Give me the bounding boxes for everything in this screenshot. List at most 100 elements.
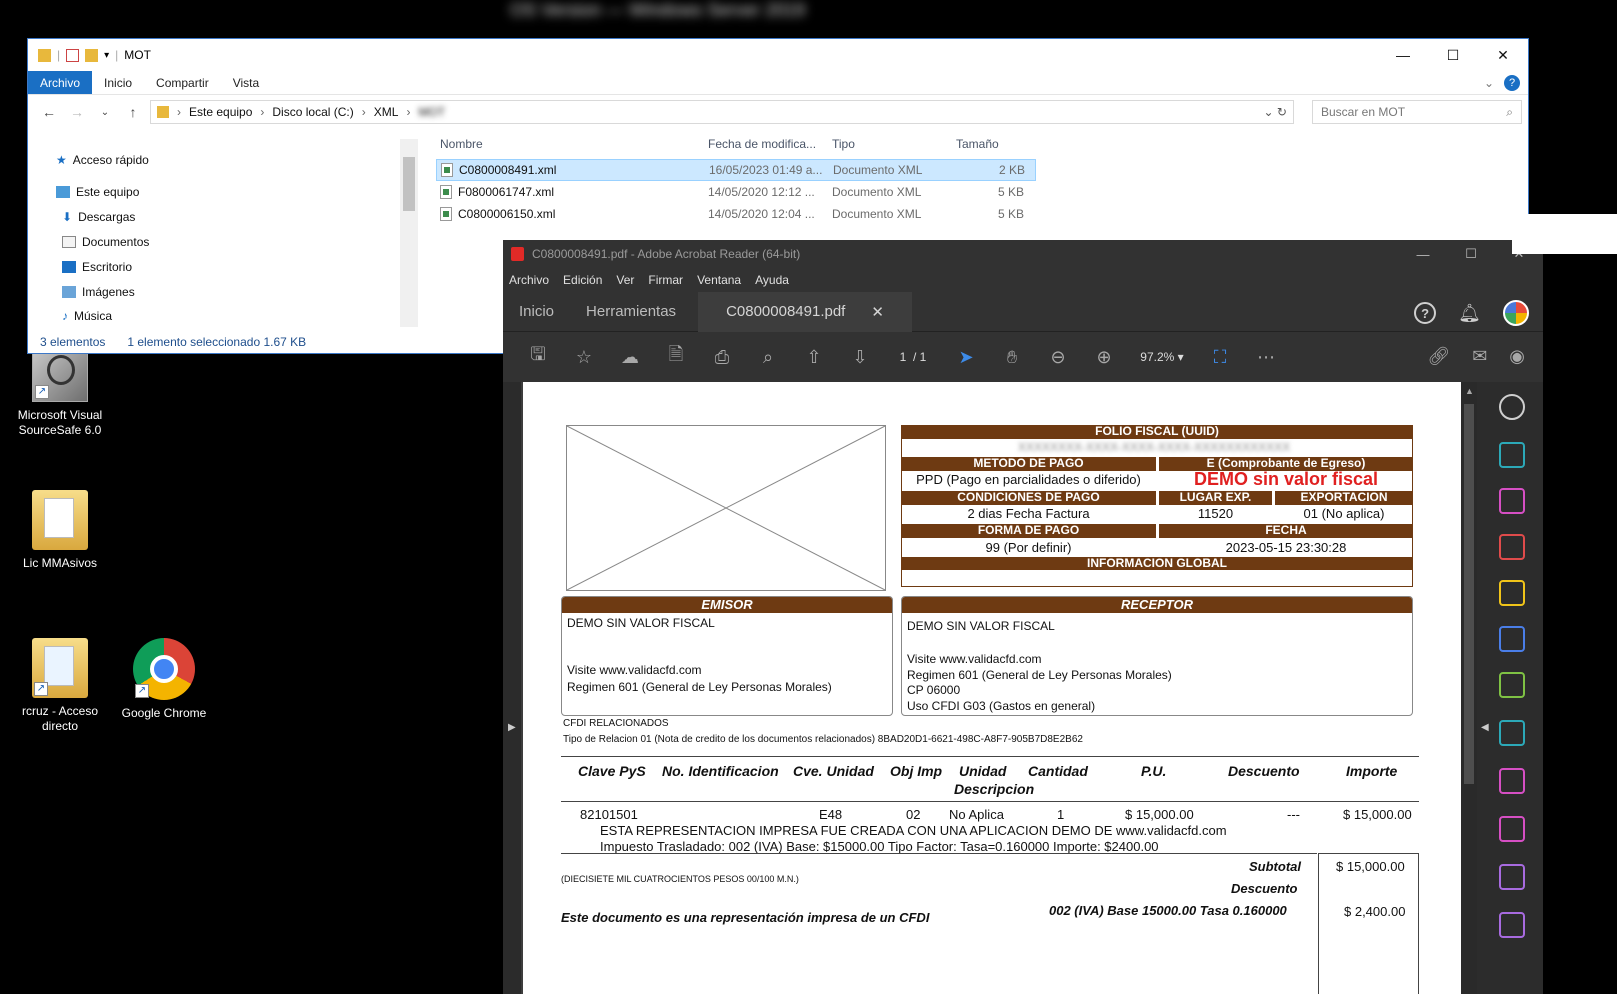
breadcrumb-xml[interactable]: XML [374, 105, 399, 119]
menu-ventana[interactable]: Ventana [697, 273, 741, 287]
compress-icon[interactable] [1499, 672, 1525, 698]
search-input[interactable]: Buscar en MOT ⌕ [1312, 100, 1522, 124]
document-tab-label: C0800008491.pdf [726, 303, 846, 320]
back-arrow-icon[interactable]: ← [38, 104, 60, 120]
nav-item-imagenes[interactable]: Imágenes [62, 285, 135, 299]
desktop-icon-label: Google Chrome [121, 706, 207, 720]
menu-edicion[interactable]: Edición [563, 273, 602, 287]
nav-item-este-equipo[interactable]: Este equipo [56, 185, 139, 199]
select-cursor-icon[interactable]: ➤ [943, 347, 989, 368]
close-tab-icon[interactable]: ✕ [871, 303, 884, 321]
ribbon-tab-vista[interactable]: Vista [221, 71, 271, 94]
address-bar[interactable]: › Este equipo › Disco local (C:) › XML ›… [150, 100, 1294, 124]
document-scrollbar[interactable]: ▲ [1461, 382, 1477, 994]
minimize-button[interactable]: — [1399, 240, 1447, 268]
file-row[interactable]: F0800061747.xml 14/05/2020 12:12 ... Doc… [436, 181, 1036, 203]
ribbon-tab-inicio[interactable]: Inicio [92, 71, 144, 94]
quick-access-dropdown-icon[interactable]: ▾ [104, 50, 109, 61]
navigation-scrollbar[interactable] [400, 139, 418, 327]
export-pdf-icon[interactable] [1499, 442, 1525, 468]
nav-item-escritorio[interactable]: Escritorio [62, 260, 132, 274]
properties-icon[interactable] [66, 48, 80, 62]
breadcrumb-este-equipo[interactable]: Este equipo [189, 105, 252, 119]
ribbon-expand-icon[interactable]: ⌄ [1484, 71, 1500, 94]
maximize-button[interactable]: ☐ [1447, 240, 1495, 268]
send-for-review-icon[interactable] [1499, 816, 1525, 842]
nav-item-musica[interactable]: ♪ Música [62, 309, 112, 323]
tab-document[interactable]: C0800008491.pdf ✕ [698, 291, 912, 332]
combine-files-icon[interactable] [1499, 626, 1525, 652]
zoom-out-icon[interactable]: ⊖ [1035, 347, 1081, 368]
recent-locations-icon[interactable]: ⌄ [94, 107, 116, 118]
desktop-icon-sourcesafe[interactable]: ↗ Microsoft Visual SourceSafe 6.0 [14, 342, 106, 438]
menu-ayuda[interactable]: Ayuda [755, 273, 789, 287]
share-link-icon[interactable]: 🔗︎ [1427, 346, 1450, 367]
menu-firmar[interactable]: Firmar [648, 273, 683, 287]
more-tools-icon[interactable]: ⋯ [1243, 347, 1289, 368]
file-row[interactable]: C0800008491.xml 16/05/2023 01:49 a... Do… [436, 159, 1036, 181]
certificates-icon[interactable] [1499, 912, 1525, 938]
menu-ver[interactable]: Ver [616, 273, 634, 287]
sign-in-user-icon[interactable]: ◉ [1509, 346, 1525, 367]
maximize-button[interactable]: ☐ [1428, 39, 1478, 71]
help-icon[interactable]: ? [1414, 302, 1437, 324]
page-up-icon[interactable]: ⇧ [791, 347, 837, 368]
address-dropdown-icon[interactable]: ⌄ ↻ [1264, 105, 1287, 119]
column-fecha[interactable]: Fecha de modifica... [706, 137, 830, 151]
avatar[interactable] [1503, 300, 1529, 326]
tab-herramientas[interactable]: Herramientas [570, 303, 692, 320]
desktop-icon-rcruz[interactable]: ↗ rcruz - Acceso directo [14, 638, 106, 734]
find-zoom-icon[interactable]: ⌕ [745, 347, 791, 368]
search-zoom-icon[interactable] [1499, 394, 1525, 420]
desktop-icon-google-chrome[interactable]: ↗ Google Chrome [118, 638, 210, 721]
column-tamano[interactable]: Tamaño [940, 137, 1028, 151]
table-top-rule [561, 756, 1419, 757]
email-icon[interactable]: ✉ [1472, 346, 1487, 367]
nav-item-descargas[interactable]: ⬇ Descargas [62, 210, 135, 224]
minimize-button[interactable]: — [1378, 39, 1428, 71]
column-tipo[interactable]: Tipo [830, 137, 940, 151]
comment-icon[interactable] [1499, 580, 1525, 606]
bookmark-star-icon[interactable]: ☆ [561, 347, 607, 368]
menu-archivo[interactable]: Archivo [509, 273, 549, 287]
breadcrumb-current-folder[interactable]: MOT [418, 105, 445, 119]
ribbon-tab-compartir[interactable]: Compartir [144, 71, 221, 94]
page-down-icon[interactable]: ⇩ [837, 347, 883, 368]
close-button[interactable]: ✕ [1478, 39, 1528, 71]
collapse-panel-icon[interactable]: ◀ [1481, 722, 1489, 733]
left-panel-toggle[interactable]: ▶ [503, 382, 521, 994]
file-row[interactable]: C0800006150.xml 14/05/2020 12:04 ... Doc… [436, 203, 1036, 225]
help-icon[interactable]: ? [1504, 75, 1520, 91]
create-pdf-icon[interactable]: 🗎︎ [653, 342, 699, 372]
fill-sign-icon[interactable] [1499, 768, 1525, 794]
desktop-icon-lic-mmasivos[interactable]: Lic MMAsivos [14, 490, 106, 571]
print-icon[interactable]: ⎙ [699, 347, 745, 368]
upload-cloud-icon[interactable]: ☁ [607, 347, 653, 368]
column-nombre[interactable]: Nombre [436, 137, 706, 151]
emisor-line: DEMO SIN VALOR FISCAL [567, 616, 715, 630]
zoom-level-dropdown[interactable]: 97.2% ▾ [1127, 350, 1197, 364]
edit-pdf-icon[interactable] [1499, 534, 1525, 560]
up-arrow-icon[interactable]: ↑ [122, 104, 144, 120]
metodo-pago-value: PPD (Pago en parcialidades o diferido) [916, 472, 1141, 487]
hand-tool-icon[interactable]: ✋︎ [989, 347, 1035, 368]
item-tax: Impuesto Trasladado: 002 (IVA) Base: $15… [600, 839, 1159, 854]
fit-page-icon[interactable]: ⛶ [1197, 347, 1243, 368]
breadcrumb-disco-local[interactable]: Disco local (C:) [272, 105, 353, 119]
organize-pages-icon[interactable] [1499, 488, 1525, 514]
item-cantidad: 1 [1057, 807, 1065, 822]
request-signature-icon[interactable] [1499, 864, 1525, 890]
page-indicator[interactable]: 1 / 1 [883, 350, 943, 364]
tab-inicio[interactable]: Inicio [503, 303, 570, 320]
ribbon-tab-archivo[interactable]: Archivo [28, 71, 93, 94]
explorer-title-bar: | ▾ | MOT [28, 39, 1528, 71]
notifications-bell-icon[interactable]: 🔔︎ [1458, 303, 1481, 324]
tipo-relacion: Tipo de Relacion 01 (Nota de credito de … [563, 734, 1083, 745]
forward-arrow-icon[interactable]: → [66, 104, 88, 120]
nav-item-documentos[interactable]: Documentos [62, 235, 149, 249]
protect-icon[interactable] [1499, 720, 1525, 746]
nav-item-acceso-rapido[interactable]: ★ Acceso rápido [56, 153, 149, 167]
save-icon[interactable]: 🖫︎ [515, 342, 561, 372]
new-folder-icon[interactable] [85, 48, 99, 62]
zoom-in-icon[interactable]: ⊕ [1081, 347, 1127, 368]
